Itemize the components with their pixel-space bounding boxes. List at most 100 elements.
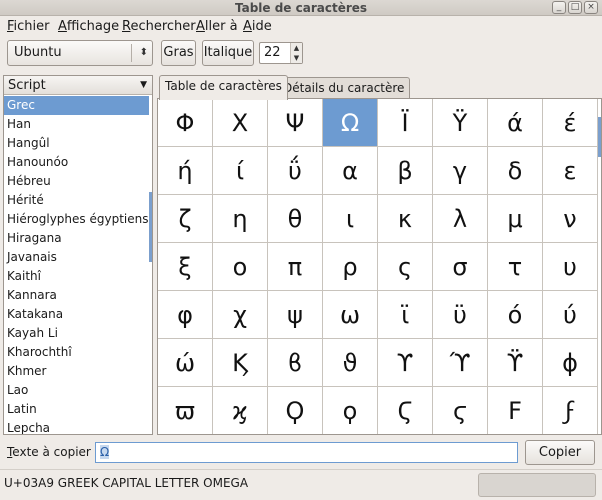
character-cell[interactable]: ϗ xyxy=(213,387,268,434)
character-cell[interactable]: Ϊ xyxy=(378,99,433,147)
menu-fichier[interactable]: Fichier xyxy=(7,18,50,35)
script-item[interactable]: Hanounóo xyxy=(4,153,149,172)
character-cell[interactable]: γ xyxy=(433,147,488,195)
character-cell[interactable]: δ xyxy=(488,147,543,195)
script-item[interactable]: Khmer xyxy=(4,362,149,381)
maximize-icon[interactable]: □ xyxy=(568,1,582,14)
character-cell[interactable]: ΰ xyxy=(268,147,323,195)
copy-button[interactable]: Copier xyxy=(525,440,595,465)
character-cell[interactable]: Ϝ xyxy=(488,387,543,434)
script-item[interactable]: Han xyxy=(4,115,149,134)
character-cell[interactable]: ϙ xyxy=(323,387,378,434)
character-cell[interactable]: κ xyxy=(378,195,433,243)
character-cell[interactable]: ϒ xyxy=(378,339,433,387)
character-cell[interactable]: ι xyxy=(323,195,378,243)
script-item[interactable]: Kannara xyxy=(4,286,149,305)
character-cell[interactable]: Ψ xyxy=(268,99,323,147)
character-cell[interactable]: ϐ xyxy=(268,339,323,387)
character-cell[interactable]: ο xyxy=(213,243,268,291)
spin-down-icon[interactable]: ▼ xyxy=(291,53,302,63)
italic-button[interactable]: Italique xyxy=(202,40,254,66)
character-cell[interactable]: ϔ xyxy=(488,339,543,387)
character-cell[interactable]: ξ xyxy=(158,243,213,291)
size-spinner[interactable]: 22 ▲ ▼ xyxy=(259,42,303,64)
script-scrollbar[interactable] xyxy=(149,192,152,262)
script-item[interactable]: Lepcha xyxy=(4,419,149,434)
script-column-header[interactable]: Script ▼ xyxy=(4,76,152,95)
character-cell[interactable]: χ xyxy=(213,291,268,339)
character-cell[interactable]: α xyxy=(323,147,378,195)
character-cell[interactable]: έ xyxy=(543,99,598,147)
character-cell[interactable]: ϕ xyxy=(543,339,598,387)
menu-aller-a[interactable]: Aller à xyxy=(196,18,238,35)
script-item[interactable]: Kharochthî xyxy=(4,343,149,362)
copy-text-input[interactable]: Ω xyxy=(95,442,518,463)
character-cell[interactable]: Ϋ xyxy=(433,99,488,147)
character-cell[interactable]: ό xyxy=(488,291,543,339)
menu-affichage[interactable]: Affichage xyxy=(58,18,119,35)
script-item[interactable]: Lao xyxy=(4,381,149,400)
character-cell[interactable]: Χ xyxy=(213,99,268,147)
menu-aide[interactable]: Aide xyxy=(243,18,272,35)
tab-character-details[interactable]: Détails du caractère xyxy=(277,77,411,99)
character-cell[interactable]: ϊ xyxy=(378,291,433,339)
character-cell[interactable]: Ω xyxy=(323,99,378,147)
minimize-icon[interactable]: _ xyxy=(552,1,566,14)
script-panel: Script ▼ Grec Han Hangûl Hanounóo Hébreu Héri… xyxy=(3,75,153,435)
spin-up-icon[interactable]: ▲ xyxy=(291,43,302,53)
character-cell[interactable]: β xyxy=(378,147,433,195)
character-cell[interactable]: ύ xyxy=(543,291,598,339)
character-cell[interactable]: ώ xyxy=(158,339,213,387)
character-cell[interactable]: η xyxy=(213,195,268,243)
character-cell[interactable]: ί xyxy=(213,147,268,195)
script-item[interactable]: Hébreu xyxy=(4,172,149,191)
script-item[interactable]: Kaithî xyxy=(4,267,149,286)
character-cell[interactable]: ν xyxy=(543,195,598,243)
character-cell[interactable]: θ xyxy=(268,195,323,243)
character-cell[interactable]: φ xyxy=(158,291,213,339)
character-cell[interactable]: υ xyxy=(543,243,598,291)
character-cell[interactable]: Φ xyxy=(158,99,213,147)
character-cell[interactable]: ζ xyxy=(158,195,213,243)
script-item[interactable]: Hiragana xyxy=(4,229,149,248)
italic-label: Italique xyxy=(203,45,253,60)
script-item[interactable]: Katakana xyxy=(4,305,149,324)
character-cell[interactable]: ϝ xyxy=(543,387,598,434)
character-cell[interactable]: ϋ xyxy=(433,291,488,339)
character-cell[interactable]: σ xyxy=(433,243,488,291)
menu-rechercher[interactable]: Rechercher xyxy=(122,18,196,35)
character-cell[interactable]: ή xyxy=(158,147,213,195)
character-cell[interactable]: Ϗ xyxy=(213,339,268,387)
character-grid-frame: ΦΧΨΩΪΫάέ ήίΰαβγδε ζηθικλμν ξοπρςστυ φχψωϊϋόύ… xyxy=(157,98,602,435)
font-combo[interactable]: Ubuntu ⬍ xyxy=(7,40,153,66)
character-cell[interactable]: ω xyxy=(323,291,378,339)
grid-scrollbar[interactable] xyxy=(598,117,601,157)
close-icon[interactable]: × xyxy=(584,1,598,14)
bold-button[interactable]: Gras xyxy=(161,40,196,66)
character-cell[interactable]: ϛ xyxy=(433,387,488,434)
character-cell[interactable]: ϖ xyxy=(158,387,213,434)
script-item[interactable]: Hangûl xyxy=(4,134,149,153)
character-cell[interactable]: Ϙ xyxy=(268,387,323,434)
character-cell[interactable]: μ xyxy=(488,195,543,243)
character-cell[interactable]: ϑ xyxy=(323,339,378,387)
script-item[interactable]: Hiéroglyphes égyptiens xyxy=(4,210,149,229)
character-cell[interactable]: ς xyxy=(378,243,433,291)
script-item[interactable]: Hérité xyxy=(4,191,149,210)
character-cell[interactable]: λ xyxy=(433,195,488,243)
character-cell[interactable]: π xyxy=(268,243,323,291)
script-item[interactable]: Javanais xyxy=(4,248,149,267)
character-cell[interactable]: ρ xyxy=(323,243,378,291)
spinner-arrows[interactable]: ▲ ▼ xyxy=(290,43,302,63)
script-item[interactable]: Grec xyxy=(4,96,149,115)
character-cell[interactable]: ε xyxy=(543,147,598,195)
character-cell[interactable]: ά xyxy=(488,99,543,147)
script-list: Grec Han Hangûl Hanounóo Hébreu Hérité Hiérogl… xyxy=(4,96,149,434)
character-cell[interactable]: ϓ xyxy=(433,339,488,387)
character-cell[interactable]: τ xyxy=(488,243,543,291)
character-cell[interactable]: ψ xyxy=(268,291,323,339)
script-item[interactable]: Kayah Li xyxy=(4,324,149,343)
script-item[interactable]: Latin xyxy=(4,400,149,419)
tab-character-table[interactable]: Table de caractères xyxy=(159,75,288,100)
character-cell[interactable]: Ϛ xyxy=(378,387,433,434)
